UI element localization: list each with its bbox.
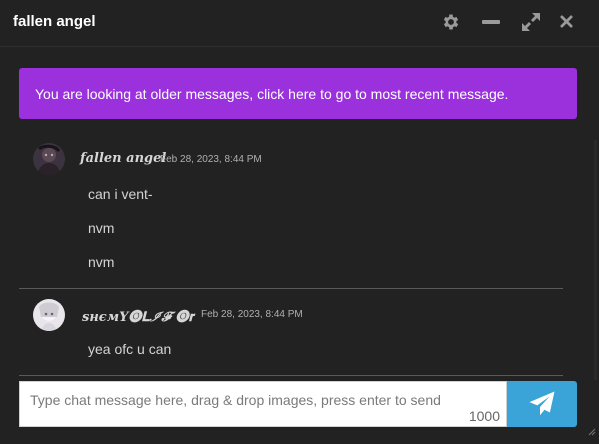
- message-text: yea ofc u can: [88, 341, 172, 357]
- message-divider: [19, 375, 563, 376]
- avatar[interactable]: [33, 143, 65, 175]
- message-input-box[interactable]: 1000: [19, 381, 507, 427]
- message-text: nvm: [88, 254, 115, 270]
- expand-icon[interactable]: [521, 12, 541, 32]
- resize-handle-icon[interactable]: [588, 423, 596, 441]
- send-button[interactable]: [507, 381, 577, 427]
- gear-icon[interactable]: [441, 12, 461, 32]
- avatar[interactable]: [33, 299, 65, 331]
- message-text: can i vent-: [88, 186, 153, 202]
- window-title: fallen angel: [13, 13, 96, 30]
- minimize-icon[interactable]: [481, 12, 501, 32]
- chat-message-input[interactable]: [30, 390, 490, 410]
- close-icon[interactable]: [560, 15, 573, 28]
- character-count: 1000: [468, 408, 500, 424]
- message-timestamp: Feb 28, 2023, 8:44 PM: [201, 309, 303, 320]
- message-timestamp: Feb 28, 2023, 8:44 PM: [160, 154, 262, 165]
- message-divider: [19, 288, 563, 289]
- message-username[interactable]: ѕнємY🅞𝐋ℐ𝓕 🅞𝐫: [82, 306, 194, 325]
- scrollbar[interactable]: [594, 140, 597, 380]
- message-text: nvm: [88, 220, 115, 236]
- message-username[interactable]: fallen angel: [80, 151, 166, 166]
- older-messages-notice[interactable]: You are looking at older messages, click…: [19, 68, 577, 119]
- chat-header: fallen angel: [0, 0, 599, 47]
- paper-plane-icon: [529, 391, 555, 416]
